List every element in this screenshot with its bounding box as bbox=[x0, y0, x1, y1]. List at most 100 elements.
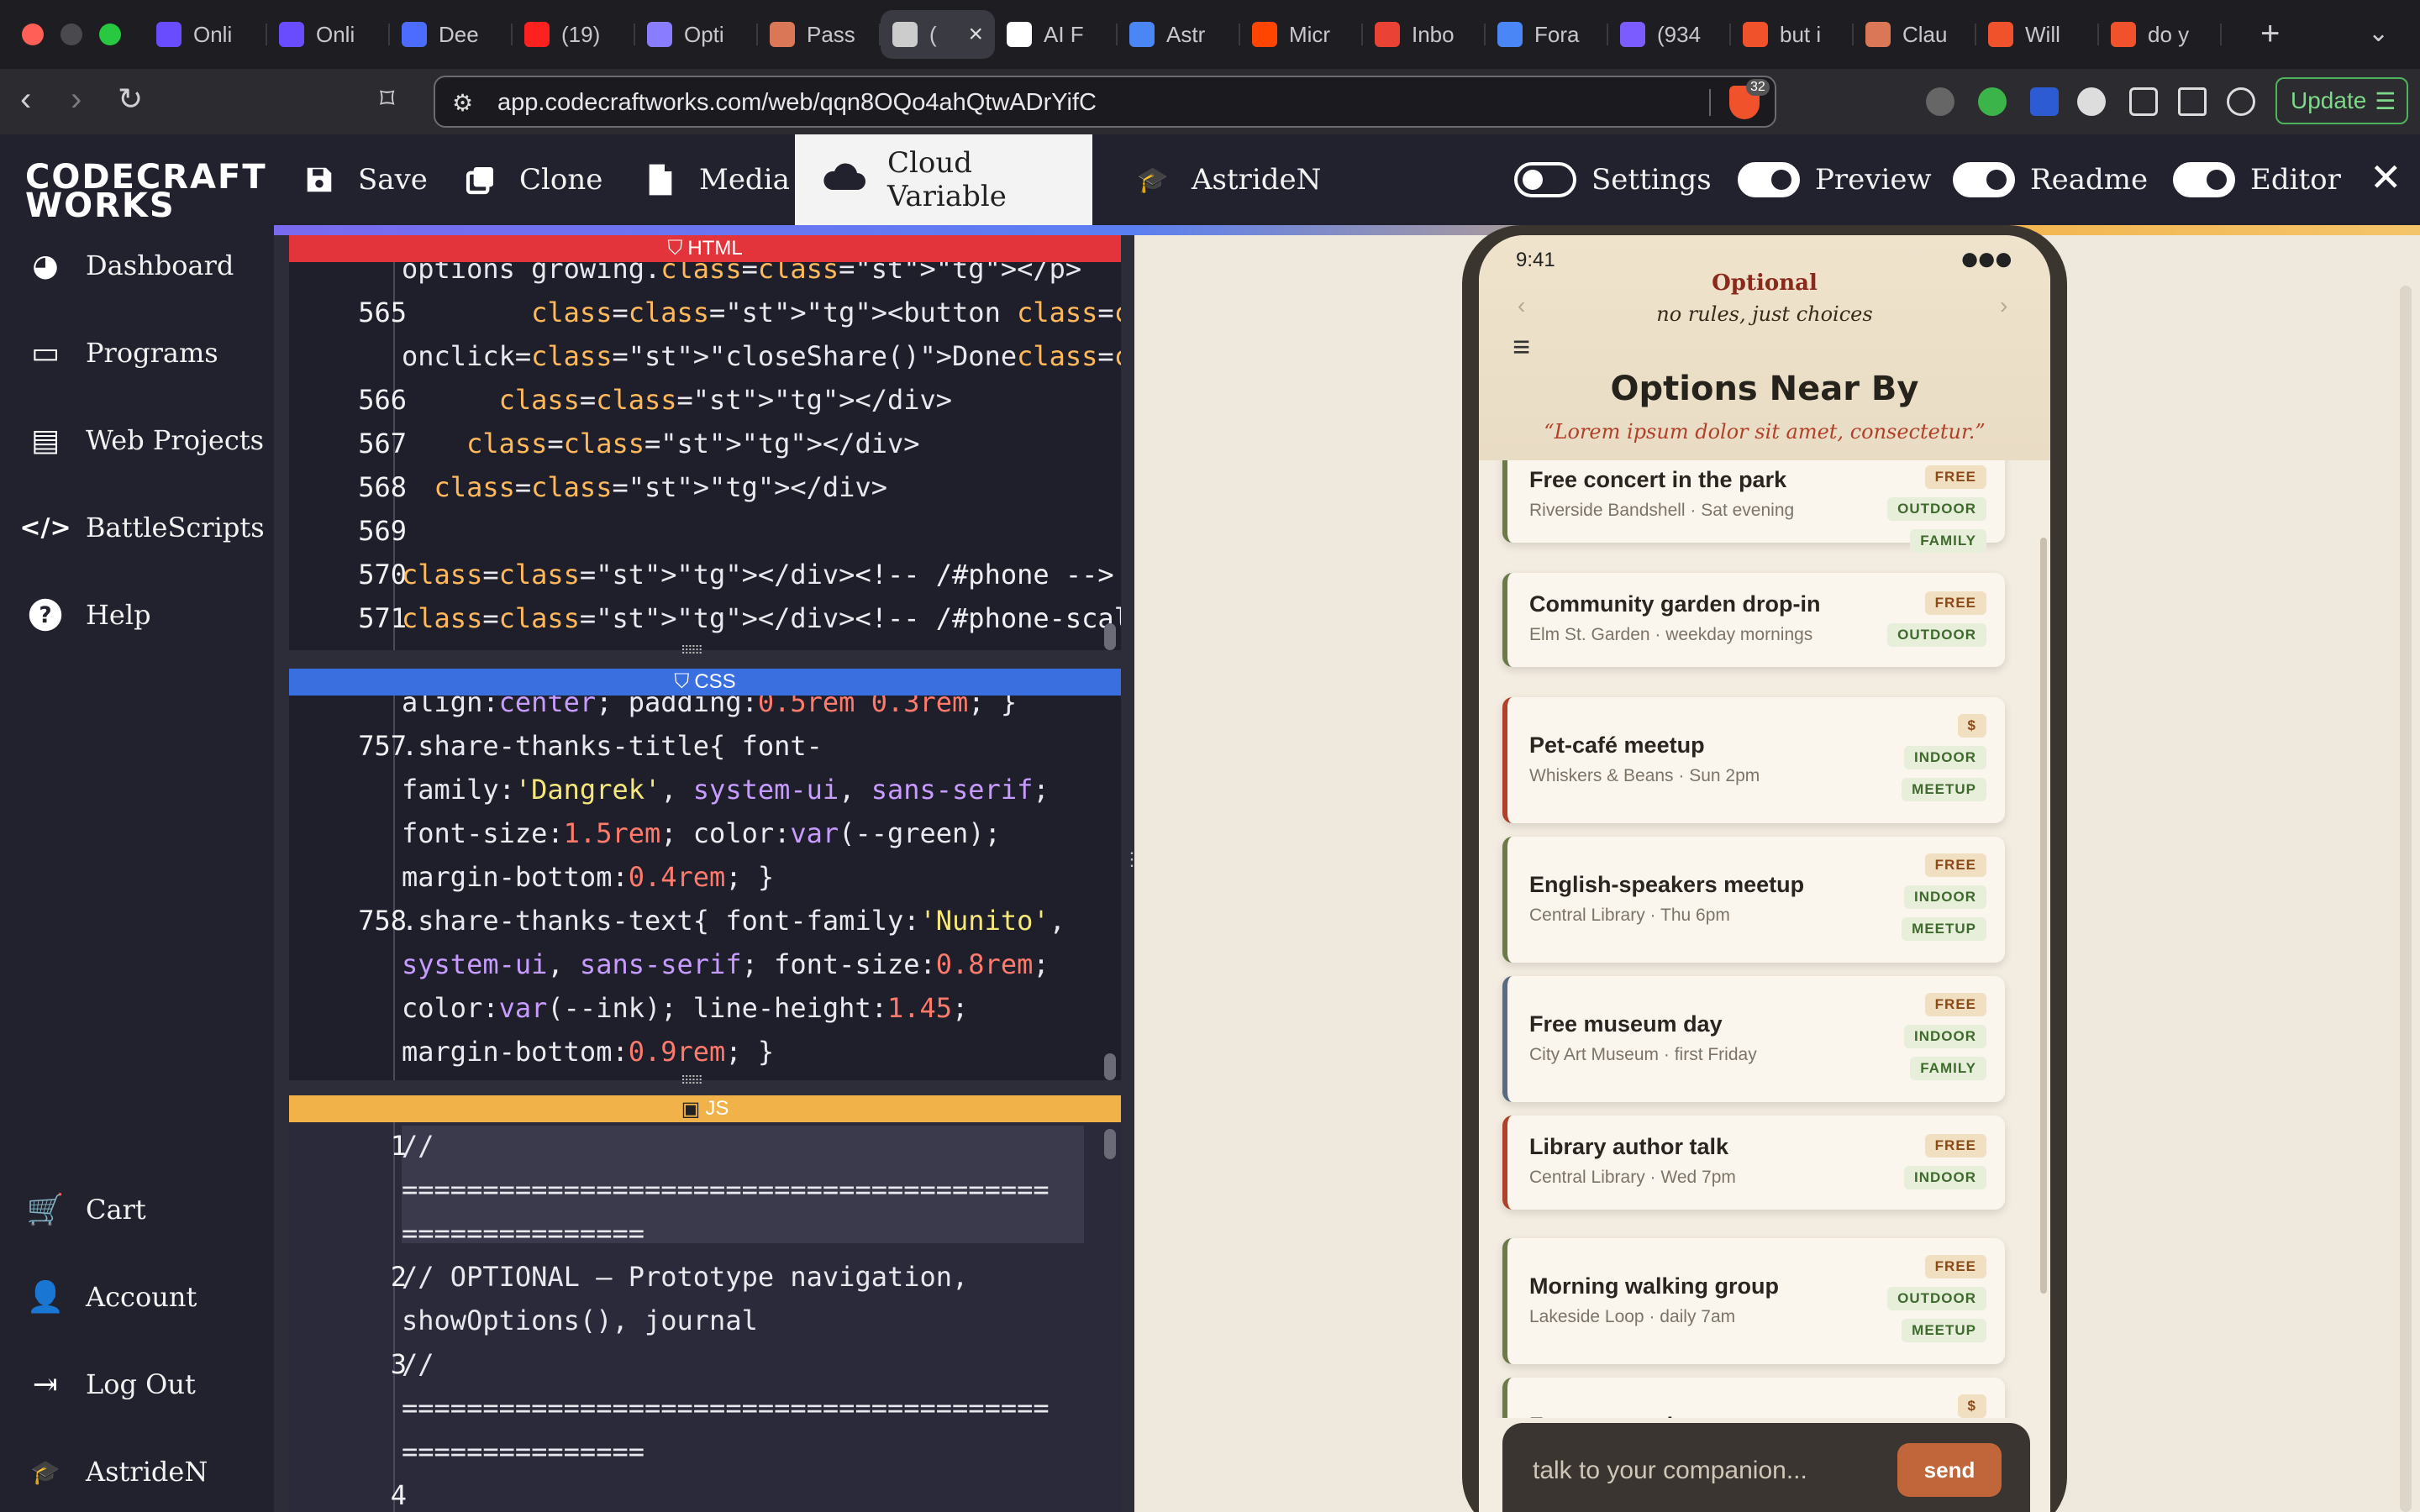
user-menu[interactable]: 🎓 AstrideN bbox=[1136, 156, 1321, 203]
browser-tab[interactable]: AI F bbox=[995, 10, 1118, 59]
css-pane-header[interactable]: ⛉ CSS bbox=[289, 669, 1121, 696]
code-line[interactable]: font-size:1.5rem; color:var(--green); bbox=[402, 813, 1001, 853]
code-line[interactable]: system-ui, sans-serif; font-size:0.8rem; bbox=[402, 944, 1050, 984]
code-line[interactable]: // OPTIONAL — Prototype navigation, bbox=[402, 1257, 968, 1297]
browser-tab[interactable]: (934 bbox=[1608, 10, 1731, 59]
code-line[interactable]: margin-bottom:0.4rem; } bbox=[402, 857, 774, 897]
minimize-window-icon[interactable] bbox=[60, 24, 82, 45]
code-line[interactable]: class=class="st">"tg"></div><!-- /#phone… bbox=[402, 554, 1114, 595]
browser-tab[interactable]: Astr bbox=[1118, 10, 1240, 59]
sidebar-item-account[interactable]: 👤 Account bbox=[25, 1277, 197, 1317]
preview-toggle[interactable]: Preview bbox=[1738, 156, 1932, 203]
option-card[interactable]: Free concert in the park Riverside Bandsh… bbox=[1502, 460, 2005, 553]
settings-toggle[interactable]: Settings bbox=[1514, 156, 1712, 203]
option-card[interactable]: Pet-café meetup Whiskers & Beans · Sun 2p… bbox=[1502, 697, 2005, 823]
tab-close-icon[interactable]: × bbox=[968, 20, 983, 49]
companion-input[interactable]: talk to your companion... bbox=[1533, 1457, 1807, 1485]
html-scrollbar[interactable] bbox=[1104, 623, 1116, 650]
sidebar-item-logout[interactable]: ⇥ Log Out bbox=[25, 1364, 196, 1404]
code-line[interactable]: =============== bbox=[402, 1213, 644, 1253]
code-line[interactable]: onclick=class="st">"closeShare()">Donecl… bbox=[402, 336, 1121, 376]
readme-toggle[interactable]: Readme bbox=[1953, 156, 2148, 203]
browser-tab[interactable]: do y bbox=[2099, 10, 2222, 59]
css-scrollbar[interactable] bbox=[1104, 1053, 1116, 1080]
code-line[interactable]: class=class="st">"tg"></div><!-- /#stage… bbox=[402, 642, 1114, 650]
tab-menu-chevron-icon[interactable]: ⌄ bbox=[2368, 18, 2389, 48]
sidebar-item-help[interactable]: ? Help bbox=[25, 595, 151, 635]
option-card[interactable]: Morning walking group Lakeside Loop · dai… bbox=[1502, 1238, 2005, 1364]
browser-tab[interactable]: Will bbox=[1976, 10, 2099, 59]
browser-tab[interactable]: but i bbox=[1731, 10, 1854, 59]
extension-2-icon[interactable] bbox=[2030, 87, 2059, 116]
preview-toggle-switch[interactable] bbox=[1738, 162, 1800, 197]
browser-tab[interactable]: (× bbox=[881, 10, 995, 59]
option-card[interactable]: Library author talk Central Library · Wed… bbox=[1502, 1116, 2005, 1210]
extension-dollar-icon[interactable] bbox=[2077, 87, 2106, 116]
send-button[interactable]: send bbox=[1897, 1443, 2002, 1497]
code-line[interactable]: class=class="st">"tg"></div> bbox=[402, 467, 887, 507]
code-line[interactable]: ======================================== bbox=[402, 1169, 1050, 1210]
cloud-variable-tab[interactable]: Cloud Variable bbox=[795, 134, 1092, 225]
code-line[interactable]: .share-thanks-title{ font- bbox=[402, 726, 823, 766]
browser-tab[interactable]: Onli bbox=[145, 10, 267, 59]
code-line[interactable]: ======================================== bbox=[402, 1388, 1050, 1428]
sidebar-item-web-projects[interactable]: ▤ Web Projects bbox=[25, 420, 264, 460]
sidebar-toggle-icon[interactable] bbox=[2178, 87, 2207, 116]
code-line[interactable]: options growing.class=class="st">"tg"></… bbox=[402, 262, 1081, 289]
site-settings-icon[interactable]: ⚙ bbox=[452, 89, 473, 117]
code-line[interactable]: class=class="st">"tg"><button class=clas… bbox=[402, 292, 1121, 333]
html-pane-header[interactable]: ⛉ HTML bbox=[289, 235, 1121, 262]
browser-tab[interactable]: Fora bbox=[1486, 10, 1608, 59]
browser-tab[interactable]: Inbo bbox=[1363, 10, 1486, 59]
browser-tab[interactable]: Clau bbox=[1854, 10, 1976, 59]
code-line[interactable]: =============== bbox=[402, 1431, 644, 1472]
browser-tab[interactable]: Dee bbox=[390, 10, 513, 59]
js-pane-header[interactable]: ▣ JS bbox=[289, 1095, 1121, 1122]
html-code-pane[interactable]: options growing.class=class="st">"tg"></… bbox=[289, 262, 1121, 650]
close-icon[interactable]: ✕ bbox=[2370, 155, 2402, 200]
code-line[interactable]: // bbox=[402, 1344, 434, 1384]
close-window-icon[interactable] bbox=[22, 24, 44, 45]
media-button[interactable]: Media bbox=[644, 156, 790, 203]
maximize-window-icon[interactable] bbox=[99, 24, 121, 45]
sidebar-item-battlescripts[interactable]: </> BattleScripts bbox=[19, 507, 264, 548]
code-line[interactable]: class=class="st">"tg"></div> bbox=[402, 423, 919, 464]
codecraft-logo[interactable]: CODECRAFT WORKS bbox=[25, 160, 267, 223]
option-card[interactable]: English-speakers meetup Central Library ·… bbox=[1502, 837, 2005, 963]
editor-toggle-switch[interactable] bbox=[2173, 162, 2235, 197]
clone-button[interactable]: Clone bbox=[464, 156, 602, 203]
extension-check-icon[interactable] bbox=[1978, 87, 2007, 116]
pane-resize-handle[interactable] bbox=[289, 643, 1121, 662]
code-line[interactable]: margin-bottom:0.9rem; } bbox=[402, 1032, 774, 1072]
extension-1-icon[interactable] bbox=[1926, 87, 1954, 116]
bookmark-icon[interactable]: ⌑ bbox=[380, 82, 394, 116]
sidebar-item-user[interactable]: 🎓 AstrideN bbox=[25, 1452, 208, 1492]
forward-arrow-icon[interactable]: › bbox=[71, 82, 82, 116]
editor-preview-splitter[interactable] bbox=[1123, 235, 1160, 1512]
url-text[interactable]: app.codecraftworks.com/web/qqn8OQo4ahQtw… bbox=[497, 89, 1097, 117]
options-list[interactable]: Free concert in the park Riverside Bandsh… bbox=[1479, 460, 2050, 1418]
browser-tab[interactable]: (19) bbox=[513, 10, 635, 59]
code-line[interactable]: .share-thanks-text{ font-family:'Nunito'… bbox=[402, 900, 1065, 941]
url-field[interactable]: ⚙ app.codecraftworks.com/web/qqn8OQo4ahQ… bbox=[434, 76, 1776, 128]
editor-toggle[interactable]: Editor bbox=[2173, 156, 2341, 203]
code-line[interactable]: showOptions(), journal bbox=[402, 1300, 758, 1341]
sidebar-item-programs[interactable]: ▭ Programs bbox=[25, 333, 218, 373]
settings-toggle-switch[interactable] bbox=[1514, 162, 1576, 197]
code-line[interactable]: family:'Dangrek', system-ui, sans-serif; bbox=[402, 769, 1050, 810]
sidebar-item-cart[interactable]: 🛒 Cart bbox=[25, 1189, 146, 1230]
browser-tab[interactable]: Opti bbox=[635, 10, 758, 59]
browser-tab[interactable]: Pass bbox=[758, 10, 881, 59]
next-arrow-icon[interactable]: › bbox=[2000, 292, 2007, 319]
option-card[interactable]: Free museum day City Art Museum · first F… bbox=[1502, 976, 2005, 1102]
browser-tab[interactable]: Onli bbox=[267, 10, 390, 59]
js-scrollbar[interactable] bbox=[1104, 1129, 1116, 1159]
preview-scrollbar[interactable] bbox=[2400, 286, 2412, 1512]
pane-resize-handle[interactable] bbox=[289, 1074, 1121, 1092]
option-card[interactable]: Community garden drop-in Elm St. Garden ·… bbox=[1502, 573, 2005, 667]
readme-toggle-switch[interactable] bbox=[1953, 162, 2015, 197]
phone-list-scrollbar[interactable] bbox=[2040, 538, 2047, 1294]
code-line[interactable]: color:var(--ink); line-height:1.45; bbox=[402, 988, 968, 1028]
hamburger-menu-icon[interactable]: ≡ bbox=[1512, 329, 1530, 365]
code-line[interactable]: align:center; padding:0.5rem 0.3rem; } bbox=[402, 696, 1017, 722]
